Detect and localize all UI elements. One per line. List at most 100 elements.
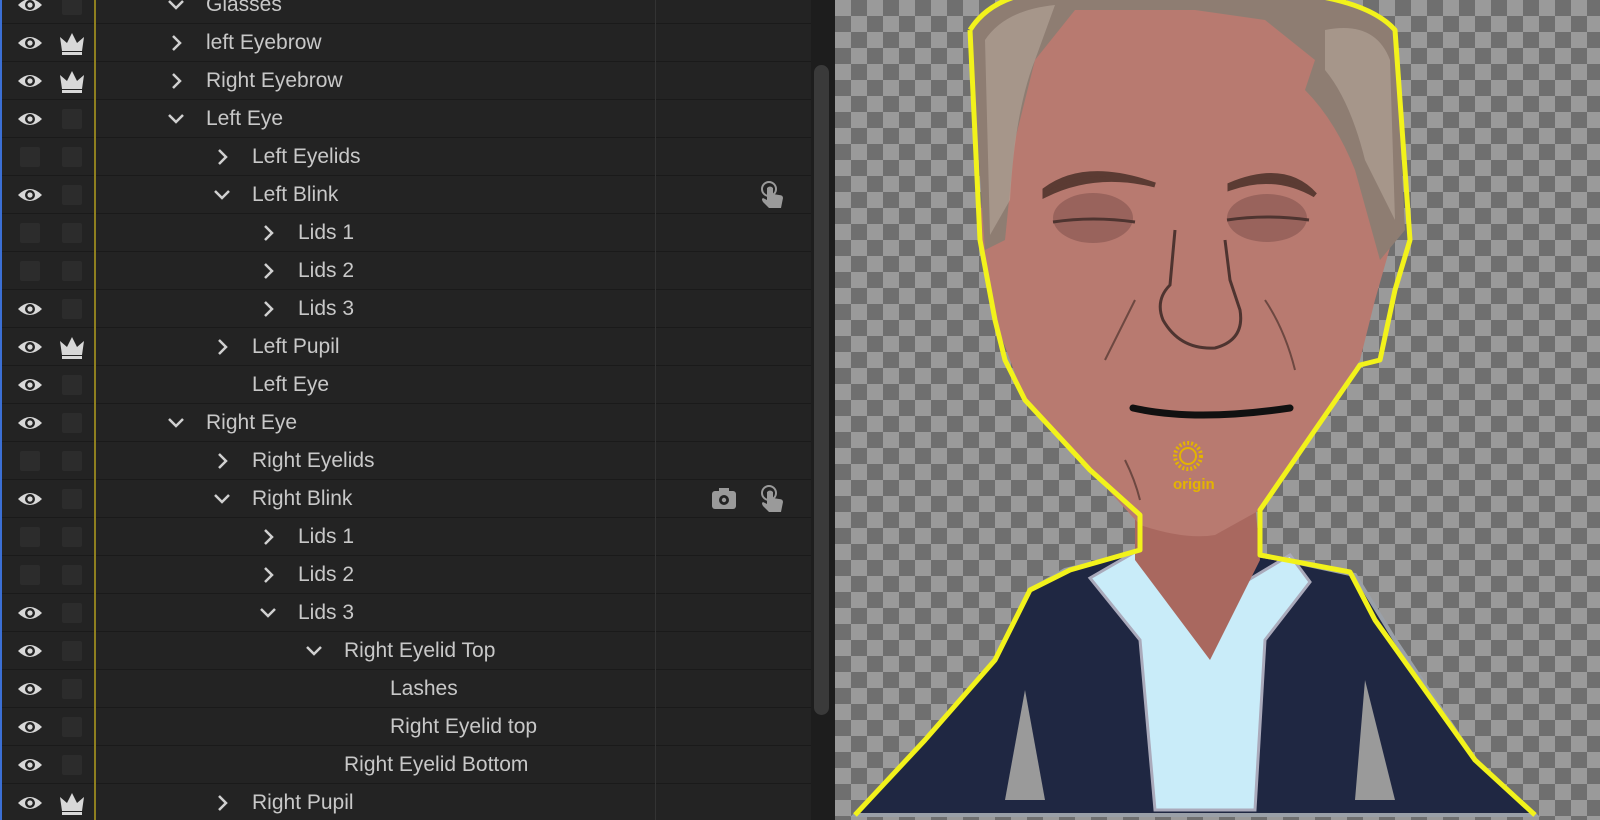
chevron-right-icon[interactable] [258,223,278,243]
layer-row[interactable]: Right Eyelids [2,442,811,480]
independent-toggle[interactable] [52,0,92,23]
layer-row[interactable]: Lids 1 [2,214,811,252]
crown-icon[interactable] [52,784,92,820]
chevron-down-icon[interactable] [212,489,232,509]
group-indicator-line [94,0,96,24]
layer-row[interactable]: Right Eyebrow [2,62,811,100]
independent-toggle[interactable] [52,480,92,517]
eye-icon[interactable] [10,404,50,441]
hand-trigger-icon[interactable] [757,484,787,514]
layers-scrollbar-thumb[interactable] [814,65,829,715]
layer-row[interactable]: Right Eye [2,404,811,442]
layer-row[interactable]: Lids 3 [2,594,811,632]
independent-toggle[interactable] [52,138,92,175]
visibility-toggle[interactable] [10,214,50,251]
eye-icon[interactable] [10,100,50,137]
chevron-down-icon[interactable] [166,413,186,433]
chevron-right-icon[interactable] [258,565,278,585]
chevron-right-icon[interactable] [212,337,232,357]
group-indicator-line [94,518,96,556]
chevron-right-icon[interactable] [212,793,232,813]
eye-icon[interactable] [10,62,50,99]
independent-toggle[interactable] [52,708,92,745]
independent-toggle[interactable] [52,518,92,555]
group-indicator-line [94,556,96,594]
eye-icon[interactable] [10,480,50,517]
independent-toggle[interactable] [52,594,92,631]
layer-row[interactable]: Lids 2 [2,252,811,290]
independent-toggle[interactable] [52,214,92,251]
layer-row[interactable]: Lashes [2,670,811,708]
eye-icon[interactable] [10,670,50,707]
hand-trigger-icon[interactable] [757,180,787,210]
eye-icon[interactable] [10,594,50,631]
layer-row[interactable]: Left Eye [2,100,811,138]
layer-label: Right Eyelid top [390,715,538,738]
layer-row[interactable]: Right Pupil [2,784,811,820]
eye-icon[interactable] [10,24,50,61]
chevron-down-icon[interactable] [166,0,186,15]
chevron-right-icon[interactable] [212,451,232,471]
crown-icon[interactable] [52,24,92,61]
eye-icon[interactable] [10,176,50,213]
independent-toggle[interactable] [52,670,92,707]
visibility-toggle[interactable] [10,138,50,175]
independent-toggle[interactable] [52,176,92,213]
crown-icon[interactable] [52,328,92,365]
group-indicator-line [94,708,96,746]
group-indicator-line [94,252,96,290]
independent-toggle[interactable] [52,252,92,289]
visibility-toggle[interactable] [10,518,50,555]
layer-row[interactable]: Left Pupil [2,328,811,366]
layer-label: Lids 2 [298,563,355,586]
layer-row[interactable]: Left Eye [2,366,811,404]
layer-row[interactable]: Right Blink [2,480,811,518]
eye-icon[interactable] [10,290,50,327]
layer-label: Lashes [390,677,458,700]
layer-row[interactable]: Right Eyelid Top [2,632,811,670]
scene-canvas[interactable]: origin [835,0,1600,820]
eye-icon[interactable] [10,366,50,403]
visibility-toggle[interactable] [10,442,50,479]
chevron-down-icon[interactable] [166,109,186,129]
layer-row[interactable]: Right Eyelid Bottom [2,746,811,784]
independent-toggle[interactable] [52,100,92,137]
eye-icon[interactable] [10,784,50,820]
chevron-down-icon[interactable] [212,185,232,205]
independent-toggle[interactable] [52,290,92,327]
chevron-right-icon[interactable] [166,33,186,53]
independent-toggle[interactable] [52,632,92,669]
chevron-right-icon[interactable] [166,71,186,91]
independent-toggle[interactable] [52,442,92,479]
independent-toggle[interactable] [52,556,92,593]
layer-row[interactable]: Glasses [2,0,811,24]
crown-icon[interactable] [52,62,92,99]
chevron-right-icon[interactable] [212,147,232,167]
chevron-down-icon[interactable] [258,603,278,623]
independent-toggle[interactable] [52,746,92,783]
chevron-right-icon[interactable] [258,527,278,547]
visibility-toggle[interactable] [10,556,50,593]
independent-toggle[interactable] [52,404,92,441]
eye-icon[interactable] [10,708,50,745]
layer-row[interactable]: Left Eyelids [2,138,811,176]
visibility-toggle[interactable] [10,252,50,289]
column-divider [655,442,656,480]
eye-icon[interactable] [10,632,50,669]
chevron-right-icon[interactable] [258,261,278,281]
layer-row[interactable]: Lids 2 [2,556,811,594]
eye-icon[interactable] [10,0,50,23]
layer-label: left Eyebrow [206,31,322,54]
chevron-down-icon[interactable] [304,641,324,661]
layer-row[interactable]: Right Eyelid top [2,708,811,746]
eye-icon[interactable] [10,746,50,783]
layer-row[interactable]: Lids 3 [2,290,811,328]
layer-row[interactable]: left Eyebrow [2,24,811,62]
layer-row[interactable]: Lids 1 [2,518,811,556]
layer-row[interactable]: Left Blink [2,176,811,214]
layer-label: Left Eyelids [252,145,361,168]
eye-icon[interactable] [10,328,50,365]
chevron-right-icon[interactable] [258,299,278,319]
independent-toggle[interactable] [52,366,92,403]
camera-gear-icon[interactable] [709,484,739,514]
